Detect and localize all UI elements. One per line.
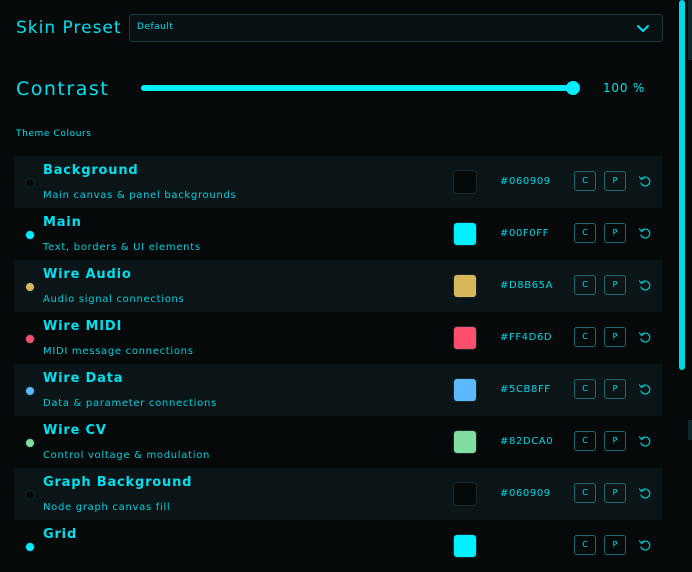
colour-description: Main canvas & panel backgrounds [43,190,237,201]
theme-colours-title: Theme Colours [16,129,92,139]
window-edge [688,0,692,60]
reset-icon[interactable] [638,278,652,292]
theme-colour-row: Main Text, borders & UI elements #00F0FF C P [14,208,662,260]
colour-dot [25,334,35,344]
copy-button[interactable]: C [574,535,596,555]
colour-swatch[interactable] [453,378,477,402]
skin-preset-label: Skin Preset [16,18,122,38]
skin-preset-dropdown[interactable]: Default [129,14,663,42]
theme-colour-row: Graph Background Node graph canvas fill #0… [14,468,662,520]
colour-hex-value[interactable]: #82DCA0 [500,436,553,447]
theme-colour-row: Grid C P [14,520,662,572]
colour-swatch[interactable] [453,326,477,350]
colour-dot [25,490,35,500]
reset-icon[interactable] [638,538,652,552]
paste-button[interactable]: P [604,379,626,399]
colour-description: Node graph canvas fill [43,502,171,513]
copy-button[interactable]: C [574,275,596,295]
theme-colour-row: Wire Audio Audio signal connections #D8B65… [14,260,662,312]
colour-name: Wire Audio [43,267,132,282]
colour-description: MIDI message connections [43,346,194,357]
colour-hex-value[interactable]: #FF4D6D [500,332,552,343]
paste-button[interactable]: P [604,171,626,191]
scrollbar-thumb[interactable] [679,0,685,370]
paste-button[interactable]: P [604,275,626,295]
copy-button[interactable]: C [574,379,596,399]
colour-hex-value[interactable]: #D8B65A [500,280,553,291]
colour-name: Grid [43,527,78,542]
colour-hex-value[interactable]: #00F0FF [500,228,549,239]
colour-name: Wire Data [43,371,124,386]
contrast-value: 100 % [603,81,646,95]
contrast-label: Contrast [16,78,110,100]
colour-name: Wire CV [43,423,107,438]
contrast-slider-thumb[interactable] [566,81,580,95]
colour-hex-value[interactable]: #060909 [500,176,551,187]
colour-name: Main [43,215,82,230]
colour-dot [25,438,35,448]
theme-colour-row: Wire MIDI MIDI message connections #FF4D6D… [14,312,662,364]
colour-swatch[interactable] [453,222,477,246]
colour-swatch[interactable] [453,274,477,298]
copy-button[interactable]: C [574,327,596,347]
copy-button[interactable]: C [574,431,596,451]
colour-hex-value[interactable]: #060909 [500,488,551,499]
copy-button[interactable]: C [574,223,596,243]
chevron-down-icon [637,25,649,32]
paste-button[interactable]: P [604,327,626,347]
colour-name: Graph Background [43,475,193,490]
reset-icon[interactable] [638,226,652,240]
colour-name: Wire MIDI [43,319,123,334]
reset-icon[interactable] [638,434,652,448]
colour-description: Text, borders & UI elements [43,242,201,253]
colour-dot [25,230,35,240]
colour-swatch[interactable] [453,170,477,194]
copy-button[interactable]: C [574,483,596,503]
contrast-slider-fill [141,85,573,91]
theme-colour-row: Wire Data Data & parameter connections #5C… [14,364,662,416]
colour-dot [25,178,35,188]
paste-button[interactable]: P [604,431,626,451]
reset-icon[interactable] [638,174,652,188]
colour-description: Data & parameter connections [43,398,217,409]
theme-colour-row: Wire CV Control voltage & modulation #82DC… [14,416,662,468]
colour-swatch[interactable] [453,430,477,454]
colour-description: Control voltage & modulation [43,450,211,461]
paste-button[interactable]: P [604,223,626,243]
colour-dot [25,282,35,292]
theme-colour-list: Background Main canvas & panel background… [14,156,662,572]
colour-dot [25,542,35,552]
window-edge [688,420,692,440]
colour-name: Background [43,163,139,178]
reset-icon[interactable] [638,382,652,396]
colour-description: Audio signal connections [43,294,185,305]
skin-preset-value: Default [137,22,174,32]
paste-button[interactable]: P [604,535,626,555]
paste-button[interactable]: P [604,483,626,503]
colour-swatch[interactable] [453,534,477,558]
contrast-slider[interactable] [141,81,580,95]
colour-hex-value[interactable]: #5CB8FF [500,384,551,395]
reset-icon[interactable] [638,486,652,500]
theme-colour-row: Background Main canvas & panel background… [14,156,662,208]
colour-swatch[interactable] [453,482,477,506]
colour-dot [25,386,35,396]
reset-icon[interactable] [638,330,652,344]
copy-button[interactable]: C [574,171,596,191]
